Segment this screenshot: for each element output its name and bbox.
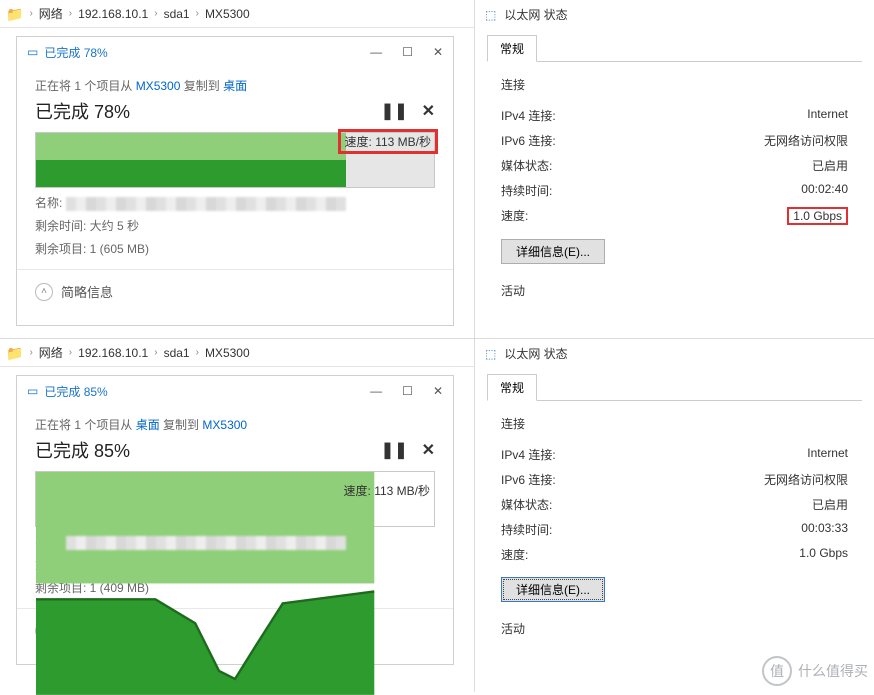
dialog-title: 以太网 状态 xyxy=(504,6,567,23)
media-value: 已启用 xyxy=(812,496,848,513)
chevron-right-icon: › xyxy=(154,8,157,19)
ipv6-label: IPv6 连接: xyxy=(501,132,556,149)
watermark-text: 什么值得买 xyxy=(798,661,868,681)
breadcrumb-seg[interactable]: sda1 xyxy=(164,346,190,360)
redacted-text xyxy=(66,536,346,550)
file-transfer-icon: ▭ xyxy=(27,384,38,398)
ethernet-status-dialog: ⬚ 以太网 状态 常规 连接 IPv4 连接: Internet IPv6 连接:… xyxy=(475,0,874,338)
minimize-button[interactable]: — xyxy=(370,384,382,398)
speed-label: 速度: xyxy=(501,207,528,225)
chevron-right-icon: › xyxy=(196,347,199,358)
remaining-time: 剩余时间: 大约 5 秒 xyxy=(35,217,435,234)
details-button[interactable]: 详细信息(E)... xyxy=(501,577,605,602)
chevron-right-icon: › xyxy=(196,8,199,19)
duration-label: 持续时间: xyxy=(501,182,552,199)
speed-label: 速度: 113 MB/秒 xyxy=(345,135,431,149)
ethernet-status-dialog: ⬚ 以太网 状态 常规 连接 IPv4 连接: Internet IPv6 连接:… xyxy=(475,339,874,692)
section-activity: 活动 xyxy=(501,620,848,637)
ipv6-value: 无网络访问权限 xyxy=(764,132,848,149)
copy-dialog: ▭ 已完成 78% — ☐ ✕ 正在将 1 个项目从 MX5300 复制到 桌面… xyxy=(16,36,454,326)
folder-icon: 📁 xyxy=(6,7,23,21)
copy-dialog: ▭ 已完成 85% — ☐ ✕ 正在将 1 个项目从 桌面 复制到 MX5300… xyxy=(16,375,454,665)
chevron-right-icon: › xyxy=(29,347,32,358)
speed-value: 1.0 Gbps xyxy=(787,207,848,225)
media-value: 已启用 xyxy=(812,157,848,174)
section-connection: 连接 xyxy=(501,76,848,93)
ipv6-label: IPv6 连接: xyxy=(501,471,556,488)
minimize-button[interactable]: — xyxy=(370,45,382,59)
tab-general[interactable]: 常规 xyxy=(487,374,537,401)
details-button[interactable]: 详细信息(E)... xyxy=(501,239,605,264)
ethernet-icon: ⬚ xyxy=(485,347,496,361)
tab-general[interactable]: 常规 xyxy=(487,35,537,62)
breadcrumb-seg[interactable]: MX5300 xyxy=(205,7,250,21)
breadcrumb-seg[interactable]: 网络 xyxy=(39,5,63,22)
pause-button[interactable]: ❚❚ xyxy=(381,440,408,460)
duration-value: 00:02:40 xyxy=(801,182,848,199)
breadcrumb-seg[interactable]: 网络 xyxy=(39,344,63,361)
close-button[interactable]: ✕ xyxy=(433,384,443,398)
redacted-text xyxy=(66,197,346,211)
dialog-title: 已完成 78% xyxy=(44,44,107,61)
folder-icon: 📁 xyxy=(6,346,23,360)
ipv4-label: IPv4 连接: xyxy=(501,107,556,124)
chevron-right-icon: › xyxy=(29,8,32,19)
breadcrumb-seg[interactable]: 192.168.10.1 xyxy=(78,7,148,21)
breadcrumb-seg[interactable]: MX5300 xyxy=(205,346,250,360)
watermark: 值 什么值得买 xyxy=(762,656,868,686)
close-button[interactable]: ✕ xyxy=(433,45,443,59)
source-link[interactable]: 桌面 xyxy=(136,418,160,432)
dialog-title: 已完成 85% xyxy=(44,383,107,400)
copy-description: 正在将 1 个项目从 桌面 复制到 MX5300 xyxy=(35,416,435,433)
cancel-button[interactable]: ✕ xyxy=(422,440,435,460)
section-activity: 活动 xyxy=(501,282,848,299)
fewer-details-toggle[interactable]: ˄ 简略信息 xyxy=(17,269,453,313)
ipv4-label: IPv4 连接: xyxy=(501,446,556,463)
chevron-right-icon: › xyxy=(154,347,157,358)
dialog-title: 以太网 状态 xyxy=(504,345,567,362)
breadcrumb[interactable]: 📁 › 网络 › 192.168.10.1 › sda1 › MX5300 xyxy=(0,339,474,367)
speed-chart: 速度: 113 MB/秒 xyxy=(35,132,435,188)
remaining-items: 剩余项目: 1 (605 MB) xyxy=(35,240,435,257)
ethernet-icon: ⬚ xyxy=(485,8,496,22)
progress-heading: 已完成 78% xyxy=(35,98,130,124)
duration-value: 00:03:33 xyxy=(801,521,848,538)
chevron-right-icon: › xyxy=(69,347,72,358)
maximize-button[interactable]: ☐ xyxy=(402,45,413,59)
speed-value: 1.0 Gbps xyxy=(799,546,848,563)
media-label: 媒体状态: xyxy=(501,496,552,513)
watermark-icon: 值 xyxy=(762,656,792,686)
maximize-button[interactable]: ☐ xyxy=(402,384,413,398)
pause-button[interactable]: ❚❚ xyxy=(381,101,408,121)
ipv4-value: Internet xyxy=(807,107,848,124)
ipv6-value: 无网络访问权限 xyxy=(764,471,848,488)
ipv4-value: Internet xyxy=(807,446,848,463)
cancel-button[interactable]: ✕ xyxy=(422,101,435,121)
breadcrumb-seg[interactable]: 192.168.10.1 xyxy=(78,346,148,360)
copy-description: 正在将 1 个项目从 MX5300 复制到 桌面 xyxy=(35,77,435,94)
source-link[interactable]: MX5300 xyxy=(136,79,181,93)
chevron-right-icon: › xyxy=(69,8,72,19)
dest-link[interactable]: MX5300 xyxy=(202,418,247,432)
section-connection: 连接 xyxy=(501,415,848,432)
chevron-up-icon: ˄ xyxy=(35,283,53,301)
duration-label: 持续时间: xyxy=(501,521,552,538)
breadcrumb-seg[interactable]: sda1 xyxy=(164,7,190,21)
speed-chart: 速度: 113 MB/秒 xyxy=(35,471,435,527)
speed-label: 速度: xyxy=(501,546,528,563)
media-label: 媒体状态: xyxy=(501,157,552,174)
breadcrumb[interactable]: 📁 › 网络 › 192.168.10.1 › sda1 › MX5300 xyxy=(0,0,474,28)
progress-heading: 已完成 85% xyxy=(35,437,130,463)
file-transfer-icon: ▭ xyxy=(27,45,38,59)
file-name-row: 名称: xyxy=(35,194,435,211)
dest-link[interactable]: 桌面 xyxy=(223,79,247,93)
speed-label: 速度: 113 MB/秒 xyxy=(344,482,430,499)
